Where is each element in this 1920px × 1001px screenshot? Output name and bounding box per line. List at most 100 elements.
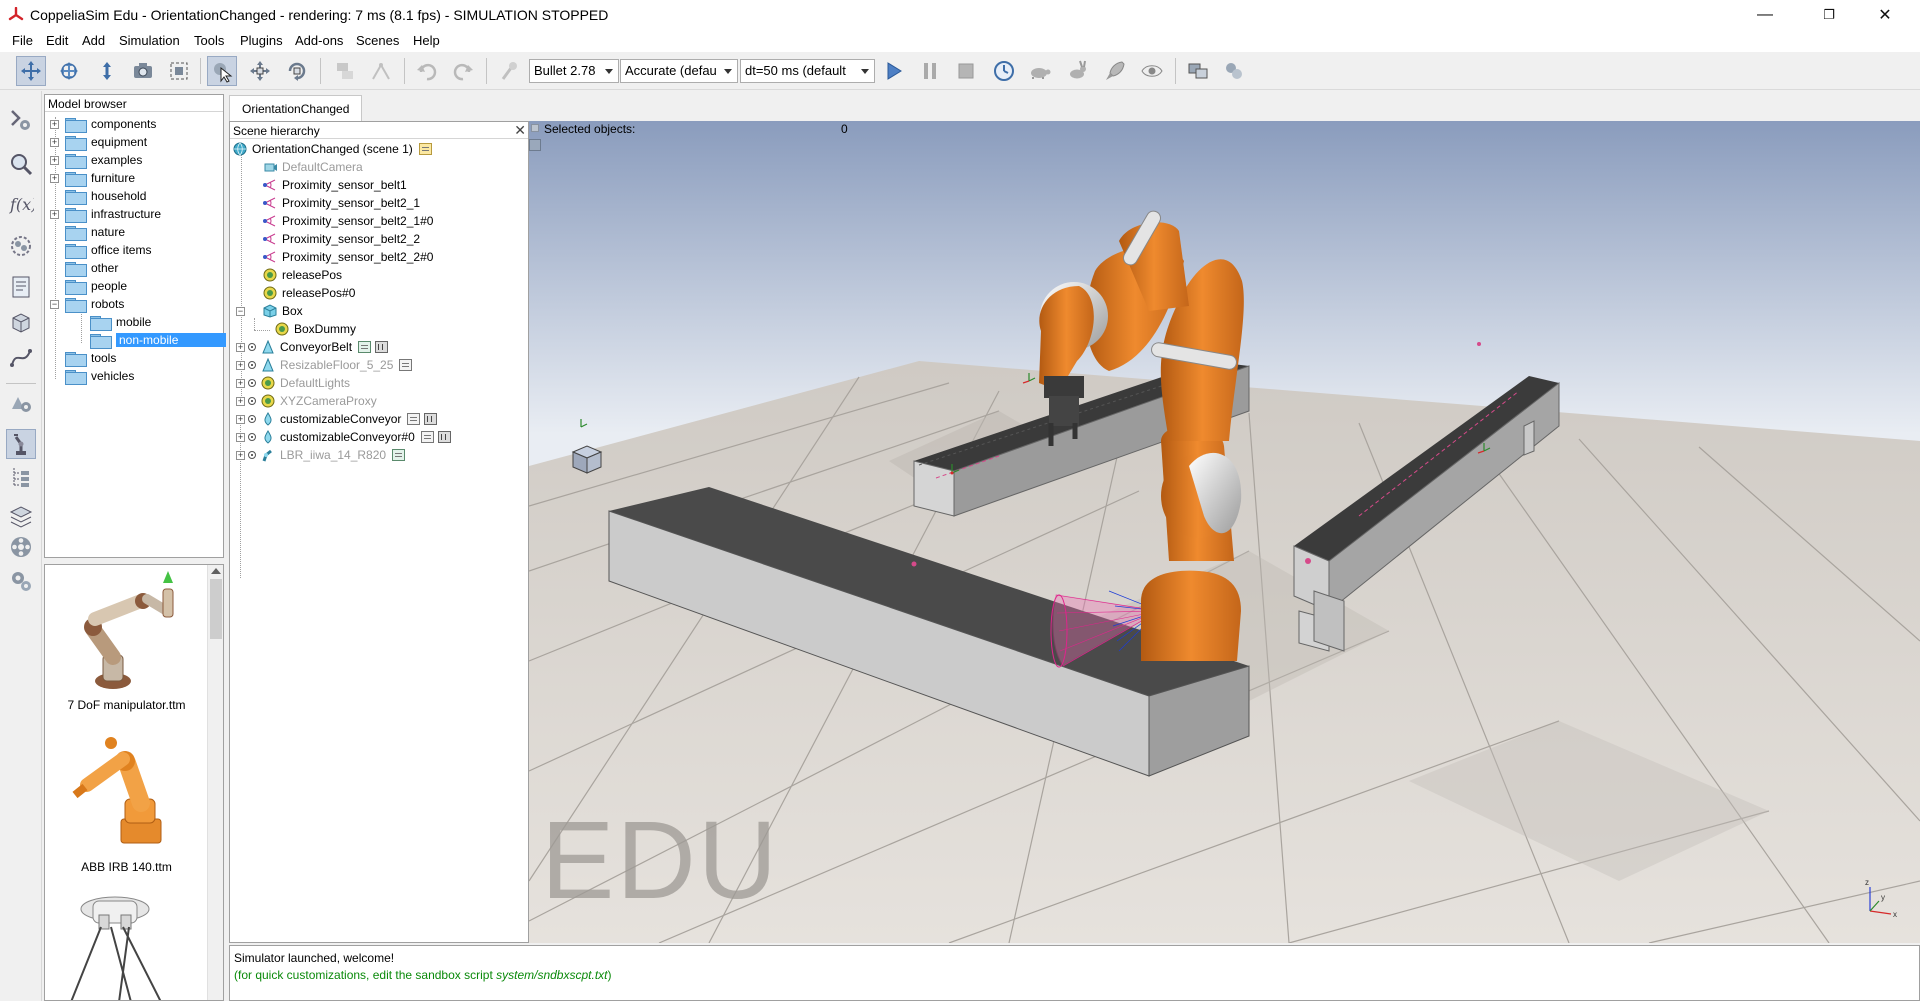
scene-item-conveyor-belt[interactable]: + ConveyorBelt: [236, 338, 389, 356]
menu-plugins[interactable]: Plugins: [240, 33, 283, 48]
model-folder-tools[interactable]: tools: [50, 349, 116, 367]
fit-to-view-button[interactable]: [164, 56, 194, 86]
model-folder-components[interactable]: + components: [50, 115, 156, 133]
model-browser-toggle-button[interactable]: [6, 429, 36, 459]
status-console[interactable]: Simulator launched, welcome! (for quick …: [229, 945, 1920, 1001]
expand-toggle[interactable]: +: [236, 396, 245, 406]
object-select-button[interactable]: [207, 56, 237, 86]
camera-shift-button[interactable]: [92, 56, 122, 86]
minimize-button[interactable]: —: [1742, 0, 1788, 30]
engine-accuracy-select[interactable]: Accurate (defau: [620, 59, 738, 83]
user-preferences-button[interactable]: [6, 566, 36, 596]
model-folder-non-mobile[interactable]: non-mobile: [75, 331, 226, 349]
scene-item-customizable-conveyor-0[interactable]: + customizableConveyor#0: [236, 428, 451, 446]
model-folder-people[interactable]: people: [50, 277, 127, 295]
transfer-dna-button[interactable]: [366, 56, 396, 86]
threaded-rendering-button[interactable]: [1100, 56, 1130, 86]
camera-angle-button[interactable]: [128, 56, 158, 86]
physics-engine-select[interactable]: Bullet 2.78: [529, 59, 619, 83]
thumbnail-scrollbar[interactable]: [207, 565, 223, 1000]
scripts-button[interactable]: [6, 272, 36, 302]
model-folder-equipment[interactable]: + equipment: [50, 133, 147, 151]
model-eye-icon[interactable]: [248, 415, 256, 423]
collapse-toggle[interactable]: −: [50, 299, 59, 309]
model-folder-office-items[interactable]: office items: [50, 241, 151, 259]
assemble-button[interactable]: [330, 56, 360, 86]
shape-edit-button[interactable]: [6, 307, 36, 337]
user-settings-button[interactable]: [6, 387, 36, 417]
model-thumbnail-7dof[interactable]: [55, 569, 205, 694]
object-move-button[interactable]: [245, 56, 275, 86]
scene-item-box[interactable]: − Box: [236, 302, 303, 320]
scene-item-release-pos[interactable]: releasePos: [262, 266, 342, 284]
scene-item-default-lights[interactable]: + DefaultLights: [236, 374, 350, 392]
expand-toggle[interactable]: +: [236, 378, 245, 388]
dynamics-toggle-button[interactable]: [494, 56, 524, 86]
scroll-up-arrow-icon[interactable]: [211, 568, 221, 574]
model-eye-icon[interactable]: [248, 451, 256, 459]
model-thumbnail-delta-robot[interactable]: [55, 885, 205, 1000]
redo-button[interactable]: [448, 56, 478, 86]
search-button[interactable]: [6, 149, 36, 179]
model-eye-icon[interactable]: [248, 433, 256, 441]
menu-tools[interactable]: Tools: [194, 33, 224, 48]
model-eye-icon[interactable]: [248, 379, 256, 387]
customization-script-icon[interactable]: [437, 431, 451, 443]
scene-item-proximity-sensor-belt1[interactable]: Proximity_sensor_belt1: [262, 176, 407, 194]
scene-item-box-dummy[interactable]: BoxDummy: [274, 320, 356, 338]
menu-file[interactable]: File: [12, 33, 33, 48]
menu-help[interactable]: Help: [413, 33, 440, 48]
menu-add[interactable]: Add: [82, 33, 105, 48]
maximize-button[interactable]: ❐: [1806, 0, 1852, 30]
speed-up-button[interactable]: [1062, 56, 1092, 86]
collections-button[interactable]: [6, 231, 36, 261]
calculation-modules-button[interactable]: f(x): [6, 189, 36, 219]
model-folder-vehicles[interactable]: vehicles: [50, 367, 134, 385]
path-edit-button[interactable]: [6, 343, 36, 373]
expand-toggle[interactable]: +: [50, 209, 59, 219]
expand-toggle[interactable]: +: [236, 342, 245, 352]
slow-down-button[interactable]: [1025, 56, 1055, 86]
scene-item-proximity-sensor-belt2-2-0[interactable]: Proximity_sensor_belt2_2#0: [262, 248, 433, 266]
model-eye-icon[interactable]: [248, 361, 256, 369]
model-folder-furniture[interactable]: + furniture: [50, 169, 135, 187]
scene-item-release-pos-0[interactable]: releasePos#0: [262, 284, 355, 302]
child-script-icon[interactable]: [392, 449, 406, 461]
scene-item-proximity-sensor-belt2-1-0[interactable]: Proximity_sensor_belt2_1#0: [262, 212, 433, 230]
model-folder-household[interactable]: household: [50, 187, 146, 205]
expand-toggle[interactable]: +: [50, 155, 59, 165]
menu-edit[interactable]: Edit: [46, 33, 68, 48]
scene-item-resizable-floor[interactable]: + ResizableFloor_5_25: [236, 356, 413, 374]
customization-script-icon[interactable]: [375, 341, 389, 353]
scene-item-proximity-sensor-belt2-1[interactable]: Proximity_sensor_belt2_1: [262, 194, 420, 212]
model-eye-icon[interactable]: [248, 397, 256, 405]
page-selector-button[interactable]: [1183, 56, 1213, 86]
child-script-icon[interactable]: [399, 359, 413, 371]
scene-item-lbr-iiwa[interactable]: + LBR_iiwa_14_R820: [236, 446, 406, 464]
camera-pan-button[interactable]: [16, 56, 46, 86]
customization-script-icon[interactable]: [424, 413, 438, 425]
scene-item-customizable-conveyor[interactable]: + customizableConveyor: [236, 410, 438, 428]
menu-add-ons[interactable]: Add-ons: [295, 33, 343, 48]
child-script-icon[interactable]: [407, 413, 421, 425]
expand-toggle[interactable]: +: [236, 414, 245, 424]
scene-hierarchy-toggle-button[interactable]: [6, 462, 36, 492]
expand-toggle[interactable]: +: [236, 432, 245, 442]
layers-button[interactable]: [6, 501, 36, 531]
model-folder-robots[interactable]: − robots: [50, 295, 124, 313]
undo-button[interactable]: [412, 56, 442, 86]
collapse-toggle[interactable]: −: [236, 306, 245, 316]
time-step-select[interactable]: dt=50 ms (default: [740, 59, 875, 83]
expand-toggle[interactable]: +: [236, 360, 245, 370]
scene-selector-button[interactable]: [1219, 56, 1249, 86]
expand-toggle[interactable]: +: [236, 450, 245, 460]
menu-simulation[interactable]: Simulation: [119, 33, 180, 48]
scene-item-proximity-sensor-belt2-2[interactable]: Proximity_sensor_belt2_2: [262, 230, 420, 248]
expand-toggle[interactable]: +: [50, 119, 59, 129]
toggle-visualization-button[interactable]: [1137, 56, 1167, 86]
pause-simulation-button[interactable]: [915, 56, 945, 86]
scene-item-xyz-camera-proxy[interactable]: + XYZCameraProxy: [236, 392, 377, 410]
menu-scenes[interactable]: Scenes: [356, 33, 399, 48]
start-simulation-button[interactable]: [879, 56, 909, 86]
expand-toggle[interactable]: +: [50, 137, 59, 147]
